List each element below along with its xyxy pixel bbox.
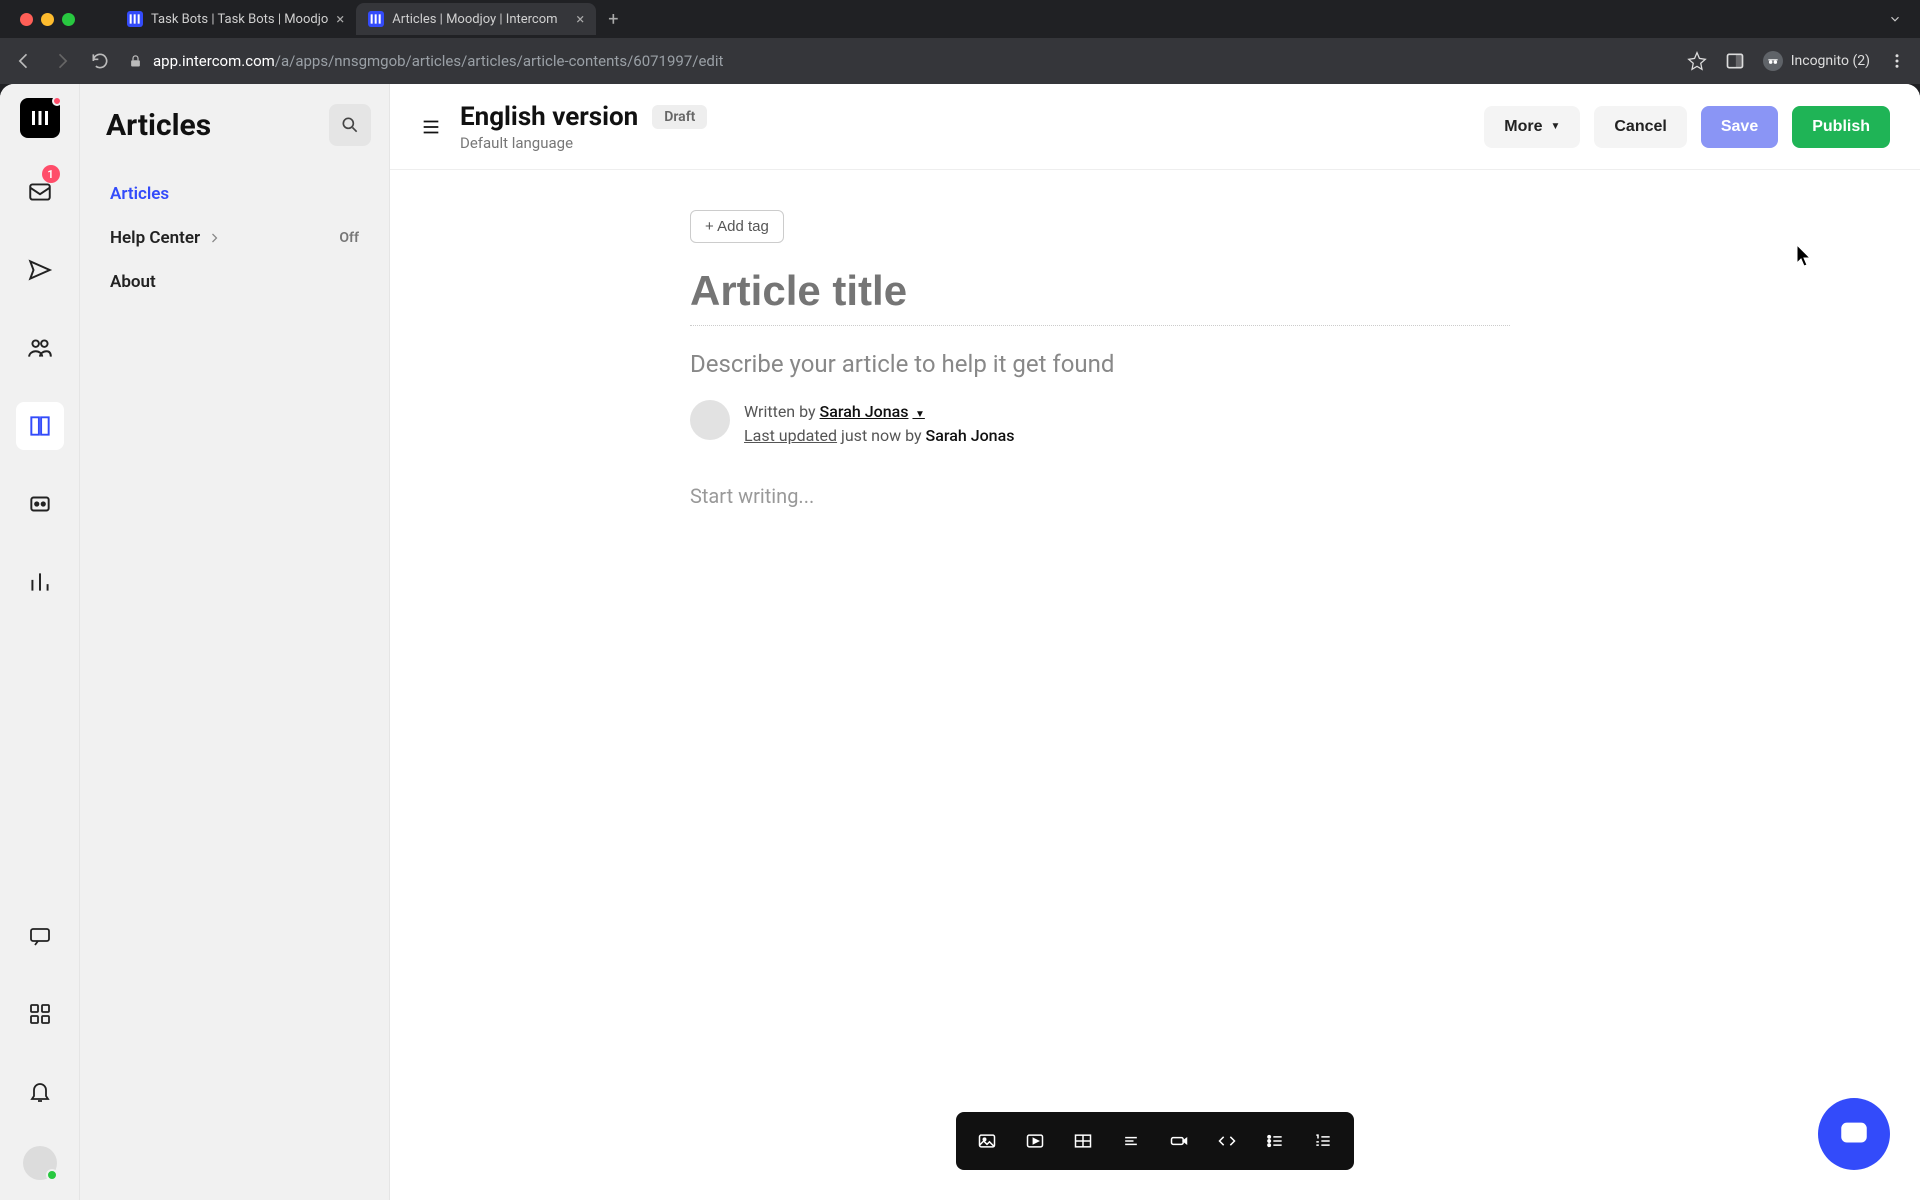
rail-reports[interactable] [16,558,64,606]
presence-indicator-icon [46,1169,58,1181]
sidebar-item-articles[interactable]: Articles [98,172,371,216]
tab-title: Task Bots | Task Bots | Moodjo [151,12,328,27]
incognito-icon [1763,51,1783,71]
close-window-icon[interactable] [20,13,33,26]
toolbar-actions: Incognito (2) [1687,51,1906,71]
updated-suffix: just now by [841,426,926,445]
browser-tab-1[interactable]: Task Bots | Task Bots | Moodjo × [115,3,356,35]
close-tab-icon[interactable]: × [336,10,344,28]
rail-messages[interactable] [16,912,64,960]
more-button[interactable]: More ▼ [1484,106,1580,148]
reload-button[interactable] [90,51,110,71]
publish-button[interactable]: Publish [1792,106,1890,148]
address-bar: app.intercom.com/a/apps/nnsgmgob/article… [0,38,1920,84]
tabs-dropdown-icon[interactable] [1888,12,1902,26]
panel-icon[interactable] [1725,51,1745,71]
insert-image-button[interactable] [968,1122,1006,1160]
sidebar-toggle-button[interactable] [420,116,442,138]
numbered-list-button[interactable] [1304,1122,1342,1160]
new-tab-button[interactable]: + [608,9,618,30]
window-controls [12,13,75,26]
rail-articles[interactable] [16,402,64,450]
bullet-list-button[interactable] [1256,1122,1294,1160]
favicon-icon [127,11,143,27]
app-logo[interactable] [20,98,60,138]
article-body-input[interactable]: Start writing... [690,484,1510,508]
rail-notifications[interactable] [16,1068,64,1116]
author-avatar [690,400,730,440]
insert-button-button[interactable] [1160,1122,1198,1160]
insert-video-button[interactable] [1016,1122,1054,1160]
tab-strip: Task Bots | Task Bots | Moodjo × Article… [115,0,618,38]
page-subtitle: Default language [460,134,707,152]
close-tab-icon[interactable]: × [576,10,584,28]
nav-rail: 1 [0,84,80,1200]
sidebar: Articles Articles Help Center Off About [80,84,390,1200]
sidebar-item-label: Help Center [110,228,200,248]
titlebar: Task Bots | Task Bots | Moodjo × Article… [0,0,1920,38]
article-title-input[interactable] [690,267,1510,326]
forward-button[interactable] [52,51,72,71]
save-button[interactable]: Save [1701,106,1778,148]
main-content: English version Draft Default language M… [390,84,1920,1200]
cancel-button[interactable]: Cancel [1594,106,1686,148]
minimize-window-icon[interactable] [41,13,54,26]
caret-down-icon: ▼ [912,409,924,420]
intercom-launcher[interactable] [1818,1098,1890,1170]
incognito-indicator[interactable]: Incognito (2) [1763,51,1870,71]
lock-icon [128,54,143,69]
rail-contacts[interactable] [16,324,64,372]
caret-down-icon: ▼ [1550,121,1560,132]
back-button[interactable] [14,51,34,71]
search-button[interactable] [329,104,371,146]
insert-code-button[interactable] [1208,1122,1246,1160]
sidebar-item-about[interactable]: About [98,260,371,304]
sidebar-item-label: About [110,272,156,292]
notification-dot-icon [52,96,62,106]
inbox-badge: 1 [42,165,60,183]
insert-table-button[interactable] [1064,1122,1102,1160]
user-avatar[interactable] [23,1146,57,1180]
sidebar-title: Articles [106,108,211,143]
tab-title: Articles | Moodjoy | Intercom [392,12,568,27]
insert-divider-button[interactable] [1112,1122,1150,1160]
byline: Written by Sarah Jonas ▼ Last updated ju… [690,400,1510,448]
chevron-right-icon [208,232,220,244]
url-text: app.intercom.com/a/apps/nnsgmgob/article… [153,52,723,70]
add-tag-button[interactable]: + Add tag [690,210,784,243]
favicon-icon [368,11,384,27]
app-content: 1 Articles [0,84,1920,1200]
editor: + Add tag Describe your article to help … [390,170,1920,1200]
article-description-input[interactable]: Describe your article to help it get fou… [690,350,1510,378]
sidebar-item-label: Articles [110,184,169,204]
author-dropdown[interactable]: Sarah Jonas ▼ [820,402,925,421]
rail-operator[interactable] [16,480,64,528]
updater-name: Sarah Jonas [926,426,1015,445]
editor-toolbar [956,1112,1354,1170]
url-field[interactable]: app.intercom.com/a/apps/nnsgmgob/article… [128,52,1669,70]
bookmark-icon[interactable] [1687,51,1707,71]
maximize-window-icon[interactable] [62,13,75,26]
written-by-label: Written by [744,402,820,421]
editor-header: English version Draft Default language M… [390,84,1920,170]
status-badge: Draft [652,105,707,129]
last-updated-link[interactable]: Last updated [744,426,837,445]
kebab-menu-icon[interactable] [1888,52,1906,70]
rail-outbound[interactable] [16,246,64,294]
rail-inbox[interactable]: 1 [16,168,64,216]
browser-tab-2[interactable]: Articles | Moodjoy | Intercom × [356,3,596,35]
browser-chrome: Task Bots | Task Bots | Moodjo × Article… [0,0,1920,84]
page-title: English version [460,102,638,132]
help-center-status-badge: Off [339,230,359,246]
sidebar-item-help-center[interactable]: Help Center Off [98,216,371,260]
incognito-label: Incognito (2) [1791,53,1870,69]
rail-apps[interactable] [16,990,64,1038]
